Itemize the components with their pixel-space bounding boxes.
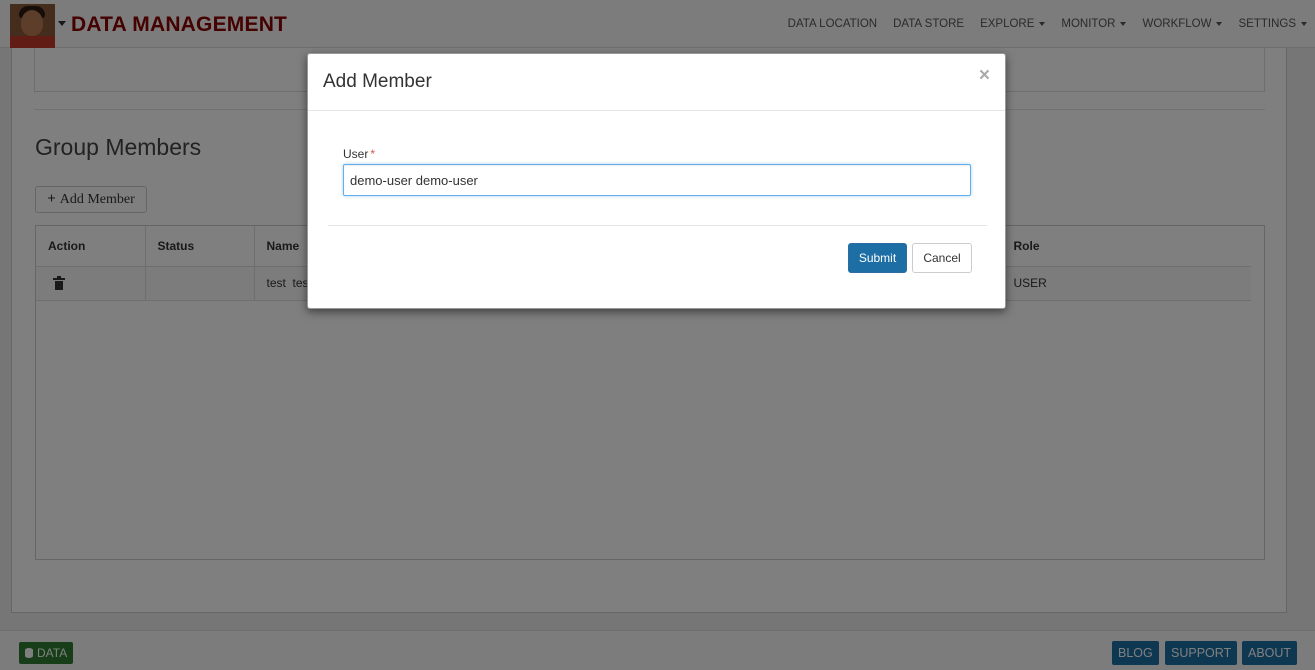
modal-header: Add Member × [308, 54, 1005, 111]
close-icon[interactable]: × [979, 65, 990, 87]
modal-title: Add Member [323, 71, 432, 92]
user-input[interactable] [343, 164, 971, 196]
submit-button[interactable]: Submit [848, 243, 907, 273]
cancel-button[interactable]: Cancel [912, 243, 972, 273]
user-field-label: User * [343, 147, 375, 161]
user-label-text: User [343, 147, 369, 161]
add-member-modal: Add Member × User* Submit Cancel [307, 53, 1006, 309]
required-marker: * [370, 147, 376, 161]
modal-divider [328, 225, 987, 226]
